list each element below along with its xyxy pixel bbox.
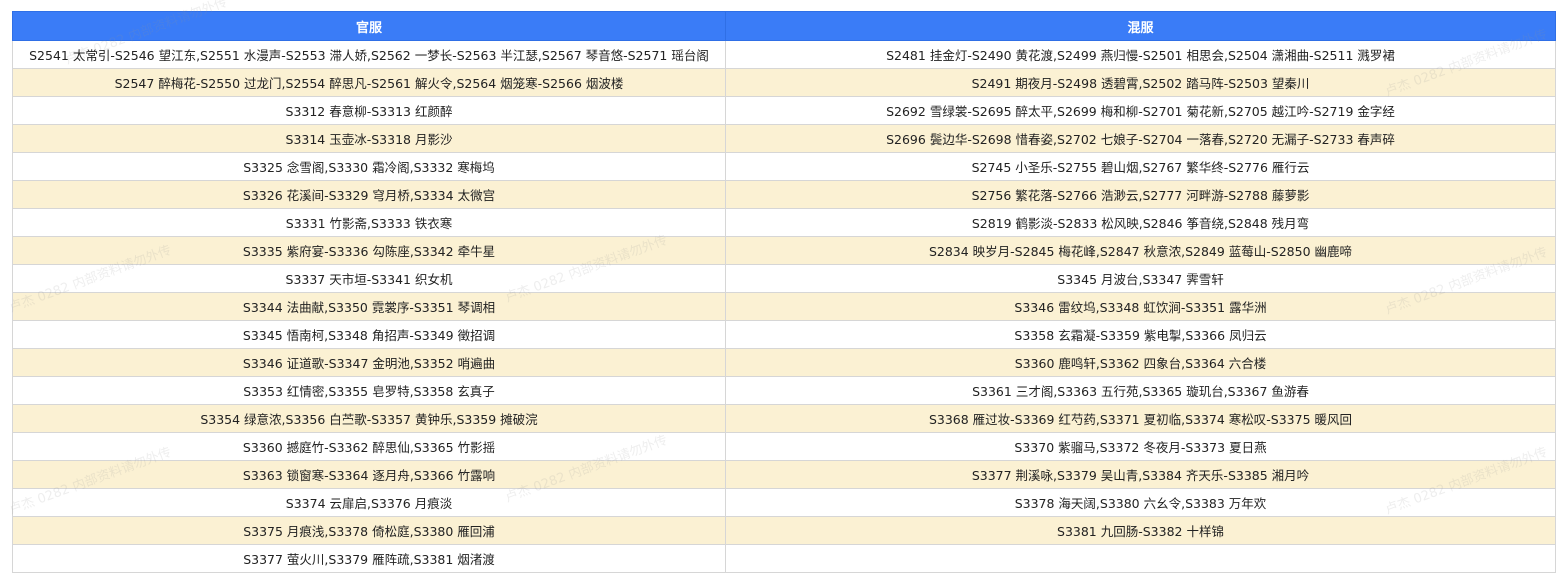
- header-row: 官服 混服: [12, 11, 1556, 41]
- table-row: S3337 天市垣-S3341 织女机 S3345 月波台,S3347 霁雪轩: [12, 264, 1556, 293]
- table-row: S3363 锁窗寒-S3364 逐月舟,S3366 竹露响 S3377 荆溪咏,…: [12, 460, 1556, 489]
- cell-official: S3325 念雪阁,S3330 霜冷阁,S3332 寒梅坞: [12, 152, 726, 181]
- table-row: S3375 月痕浅,S3378 倚松庭,S3380 雁回浦 S3381 九回肠-…: [12, 516, 1556, 545]
- cell-mixed: S2491 期夜月-S2498 透碧霄,S2502 踏马阵-S2503 望秦川: [725, 68, 1556, 97]
- table-row: S2541 太常引-S2546 望江东,S2551 水漫声-S2553 滞人娇,…: [12, 40, 1556, 69]
- table-row: S3326 花溪间-S3329 穹月桥,S3334 太微宫 S2756 繁花落-…: [12, 180, 1556, 209]
- cell-official: S3353 红情密,S3355 皂罗特,S3358 玄真子: [12, 376, 726, 405]
- cell-mixed: S3360 鹿鸣轩,S3362 四象台,S3364 六合楼: [725, 348, 1556, 377]
- cell-official: S2541 太常引-S2546 望江东,S2551 水漫声-S2553 滞人娇,…: [12, 40, 726, 69]
- cell-mixed: S3346 雷纹坞,S3348 虹饮涧-S3351 露华洲: [725, 292, 1556, 321]
- cell-official: S3360 撼庭竹-S3362 醉思仙,S3365 竹影摇: [12, 432, 726, 461]
- table-body: S2541 太常引-S2546 望江东,S2551 水漫声-S2553 滞人娇,…: [12, 40, 1556, 573]
- cell-official: S2547 醉梅花-S2550 过龙门,S2554 醉思凡-S2561 解火令,…: [12, 68, 726, 97]
- server-table: 官服 混服 S2541 太常引-S2546 望江东,S2551 水漫声-S255…: [12, 11, 1556, 573]
- table-row: S3360 撼庭竹-S3362 醉思仙,S3365 竹影摇 S3370 紫骝马,…: [12, 432, 1556, 461]
- table-row: S3354 绿意浓,S3356 白苎歌-S3357 黄钟乐,S3359 摊破浣 …: [12, 404, 1556, 433]
- cell-official: S3346 证道歌-S3347 金明池,S3352 哨遍曲: [12, 348, 726, 377]
- table-row: S3314 玉壶冰-S3318 月影沙 S2696 鬓边华-S2698 惜春姿,…: [12, 124, 1556, 153]
- cell-mixed: S3377 荆溪咏,S3379 吴山青,S3384 齐天乐-S3385 湘月吟: [725, 460, 1556, 489]
- cell-official: S3363 锁窗寒-S3364 逐月舟,S3366 竹露响: [12, 460, 726, 489]
- cell-official: S3377 萤火川,S3379 雁阵疏,S3381 烟渚渡: [12, 544, 726, 573]
- cell-official: S3312 春意柳-S3313 红颜醉: [12, 96, 726, 125]
- cell-official: S3375 月痕浅,S3378 倚松庭,S3380 雁回浦: [12, 516, 726, 545]
- cell-official: S3337 天市垣-S3341 织女机: [12, 264, 726, 293]
- server-table-container: 官服 混服 S2541 太常引-S2546 望江东,S2551 水漫声-S255…: [12, 11, 1556, 573]
- cell-official: S3326 花溪间-S3329 穹月桥,S3334 太微宫: [12, 180, 726, 209]
- cell-mixed: S3370 紫骝马,S3372 冬夜月-S3373 夏日燕: [725, 432, 1556, 461]
- cell-mixed: S2834 映岁月-S2845 梅花峰,S2847 秋意浓,S2849 蓝莓山-…: [725, 236, 1556, 265]
- cell-official: S3335 紫府宴-S3336 勾陈座,S3342 牵牛星: [12, 236, 726, 265]
- cell-official: S3374 云扉启,S3376 月痕淡: [12, 488, 726, 517]
- cell-official: S3345 悟南柯,S3348 角招声-S3349 徵招调: [12, 320, 726, 349]
- table-row: S3344 法曲献,S3350 霓裳序-S3351 琴调相 S3346 雷纹坞,…: [12, 292, 1556, 321]
- cell-mixed: S3368 雁过妆-S3369 红芍药,S3371 夏初临,S3374 寒松叹-…: [725, 404, 1556, 433]
- cell-official: S3314 玉壶冰-S3318 月影沙: [12, 124, 726, 153]
- cell-mixed: S3345 月波台,S3347 霁雪轩: [725, 264, 1556, 293]
- cell-mixed: S2692 雪绿裳-S2695 醉太平,S2699 梅和柳-S2701 菊花新,…: [725, 96, 1556, 125]
- header-mixed: 混服: [725, 11, 1556, 41]
- table-row: S3345 悟南柯,S3348 角招声-S3349 徵招调 S3358 玄霜凝-…: [12, 320, 1556, 349]
- cell-mixed: S3358 玄霜凝-S3359 紫电掣,S3366 凤归云: [725, 320, 1556, 349]
- table-row: S3346 证道歌-S3347 金明池,S3352 哨遍曲 S3360 鹿鸣轩,…: [12, 348, 1556, 377]
- table-row: S3377 萤火川,S3379 雁阵疏,S3381 烟渚渡: [12, 544, 1556, 573]
- cell-mixed: S2745 小圣乐-S2755 碧山烟,S2767 繁华终-S2776 雁行云: [725, 152, 1556, 181]
- cell-mixed: S3381 九回肠-S3382 十样锦: [725, 516, 1556, 545]
- cell-official: S3354 绿意浓,S3356 白苎歌-S3357 黄钟乐,S3359 摊破浣: [12, 404, 726, 433]
- table-header: 官服 混服: [12, 11, 1556, 41]
- cell-mixed: S2819 鹤影淡-S2833 松风映,S2846 筝音绕,S2848 残月弯: [725, 208, 1556, 237]
- cell-mixed: [725, 544, 1556, 573]
- table-row: S3325 念雪阁,S3330 霜冷阁,S3332 寒梅坞 S2745 小圣乐-…: [12, 152, 1556, 181]
- table-row: S3353 红情密,S3355 皂罗特,S3358 玄真子 S3361 三才阁,…: [12, 376, 1556, 405]
- table-row: S3374 云扉启,S3376 月痕淡 S3378 海天阔,S3380 六幺令,…: [12, 488, 1556, 517]
- cell-official: S3331 竹影斋,S3333 铁衣寒: [12, 208, 726, 237]
- table-row: S2547 醉梅花-S2550 过龙门,S2554 醉思凡-S2561 解火令,…: [12, 68, 1556, 97]
- table-row: S3312 春意柳-S3313 红颜醉 S2692 雪绿裳-S2695 醉太平,…: [12, 96, 1556, 125]
- header-official: 官服: [12, 11, 726, 41]
- cell-official: S3344 法曲献,S3350 霓裳序-S3351 琴调相: [12, 292, 726, 321]
- table-row: S3331 竹影斋,S3333 铁衣寒 S2819 鹤影淡-S2833 松风映,…: [12, 208, 1556, 237]
- cell-mixed: S3361 三才阁,S3363 五行苑,S3365 璇玑台,S3367 鱼游春: [725, 376, 1556, 405]
- cell-mixed: S3378 海天阔,S3380 六幺令,S3383 万年欢: [725, 488, 1556, 517]
- cell-mixed: S2481 挂金灯-S2490 黄花渡,S2499 燕归慢-S2501 相思会,…: [725, 40, 1556, 69]
- table-row: S3335 紫府宴-S3336 勾陈座,S3342 牵牛星 S2834 映岁月-…: [12, 236, 1556, 265]
- cell-mixed: S2696 鬓边华-S2698 惜春姿,S2702 七娘子-S2704 一落春,…: [725, 124, 1556, 153]
- cell-mixed: S2756 繁花落-S2766 浩渺云,S2777 河畔游-S2788 藤萝影: [725, 180, 1556, 209]
